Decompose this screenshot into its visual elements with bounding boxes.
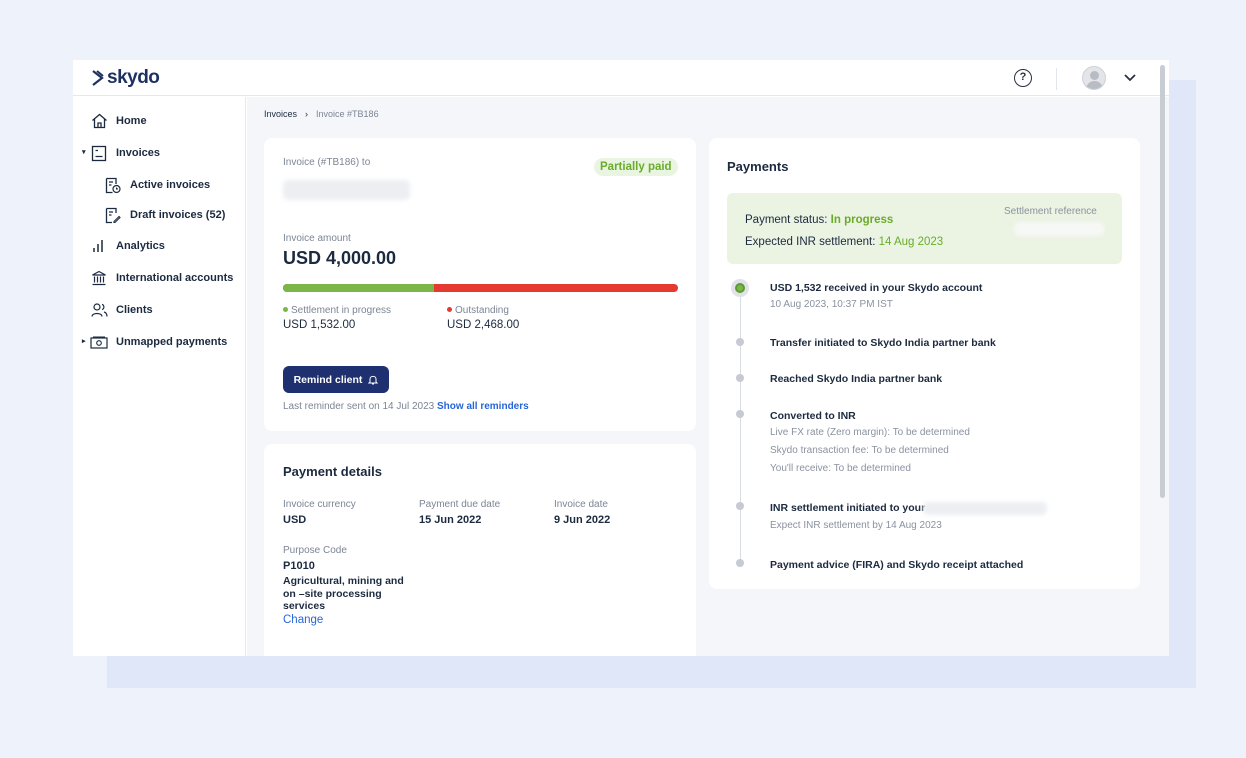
payment-status-box: Payment status: In progress Expected INR…: [727, 193, 1122, 264]
expected-settlement-date: 14 Aug 2023: [878, 236, 944, 248]
timeline-dot: [736, 502, 744, 510]
payment-progress-bar: [283, 284, 678, 292]
chevron-down-icon[interactable]: [1123, 70, 1137, 84]
payments-title: Payments: [727, 159, 789, 174]
cash-icon: [90, 333, 108, 351]
timeline-dot: [736, 410, 744, 418]
top-bar: skydo ?: [73, 60, 1169, 96]
invoice-date-value: 9 Jun 2022: [554, 514, 611, 526]
breadcrumb-invoices-link[interactable]: Invoices: [264, 109, 297, 119]
bank-icon: [90, 269, 108, 287]
breadcrumb: Invoices › Invoice #TB186: [264, 109, 379, 119]
help-icon[interactable]: ?: [1014, 69, 1032, 87]
timeline-step-5-title: INR settlement initiated to your: [770, 502, 926, 514]
change-purpose-link[interactable]: Change: [283, 614, 323, 626]
show-all-reminders-link[interactable]: Show all reminders: [437, 401, 529, 412]
remind-client-button[interactable]: Remind client: [283, 366, 389, 393]
expand-caret-icon[interactable]: ▾: [82, 148, 86, 156]
bar-chart-icon: [90, 237, 108, 255]
settlement-summary: Settlement in progress USD 1,532.00: [283, 305, 391, 331]
timeline-step-4-fx-rate: Live FX rate (Zero margin): To be determ…: [770, 427, 970, 438]
sidebar-item-active-invoices[interactable]: Active invoices: [104, 173, 210, 197]
payment-details-card: Payment details Invoice currency USD Pay…: [264, 444, 696, 656]
settlement-label: Settlement in progress: [291, 305, 392, 316]
timeline-active-step: [731, 279, 749, 297]
invoice-icon: [90, 144, 108, 162]
sidebar-item-international-accounts[interactable]: International accounts: [90, 266, 233, 290]
purpose-code-label: Purpose Code: [283, 545, 347, 556]
sidebar-item-clients[interactable]: Clients: [90, 298, 153, 322]
skydo-logo[interactable]: skydo: [91, 67, 160, 89]
settlement-reference-label: Settlement reference: [1004, 206, 1097, 217]
skydo-logo-icon: [92, 70, 104, 86]
bell-icon: [368, 375, 379, 385]
purpose-code-description: Agricultural, mining and on –site proces…: [283, 575, 404, 612]
currency-label: Invoice currency: [283, 499, 356, 510]
invoice-amount: USD 4,000.00: [283, 248, 397, 268]
client-name-redacted: [283, 180, 410, 200]
timeline-step-4-fee: Skydo transaction fee: To be determined: [770, 445, 949, 456]
timeline-dot: [736, 559, 744, 567]
timeline-step-3-title: Reached Skydo India partner bank: [770, 373, 943, 385]
payment-details-title: Payment details: [283, 464, 382, 479]
payment-status-value: In progress: [830, 214, 894, 226]
timeline-step-1-title: USD 1,532 received in your Skydo account: [770, 282, 983, 294]
sidebar-item-analytics[interactable]: Analytics: [90, 234, 165, 258]
users-icon: [90, 301, 108, 319]
currency-value: USD: [283, 514, 307, 526]
reminder-info: Last reminder sent on 14 Jul 2023 Show a…: [283, 401, 529, 412]
timeline-line: [740, 288, 741, 566]
draft-invoice-icon: [104, 206, 122, 224]
timeline-step-2-title: Transfer initiated to Skydo India partne…: [770, 337, 996, 349]
due-date-label: Payment due date: [419, 499, 501, 510]
app-window: skydo ? Home ▾ Invoices Active invoices …: [73, 60, 1169, 656]
expected-settlement: Expected INR settlement: 14 Aug 2023: [745, 236, 944, 248]
timeline-step-4-title: Converted to INR: [770, 410, 856, 422]
expand-caret-icon[interactable]: ▸: [82, 337, 86, 345]
timeline-dot: [736, 374, 744, 382]
timeline-step-5-expected: Expect INR settlement by 14 Aug 2023: [770, 520, 942, 531]
sidebar: Home ▾ Invoices Active invoices Draft in…: [73, 97, 246, 656]
status-badge: Partially paid: [594, 158, 678, 176]
payment-status: Payment status: In progress: [745, 214, 894, 226]
timeline-step-1-date: 10 Aug 2023, 10:37 PM IST: [770, 299, 893, 310]
breadcrumb-current: Invoice #TB186: [316, 109, 379, 119]
purpose-code-value: P1010: [283, 560, 315, 572]
outstanding-summary: Outstanding USD 2,468.00: [447, 305, 519, 331]
timeline-step-6-title: Payment advice (FIRA) and Skydo receipt …: [770, 559, 1024, 571]
sidebar-item-draft-invoices[interactable]: Draft invoices (52): [104, 203, 225, 227]
bank-account-redacted: [923, 502, 1047, 515]
invoice-amount-label: Invoice amount: [283, 233, 351, 244]
invoice-date-label: Invoice date: [554, 499, 608, 510]
brand-name: skydo: [107, 67, 160, 88]
outstanding-label: Outstanding: [455, 305, 509, 316]
red-dot-icon: [447, 307, 452, 312]
home-icon: [90, 112, 108, 130]
invoice-to-label: Invoice (#TB186) to: [283, 157, 371, 168]
outstanding-value: USD 2,468.00: [447, 319, 520, 331]
active-invoice-icon: [104, 176, 122, 194]
scrollbar[interactable]: [1160, 65, 1165, 498]
timeline-step-4-receive: You'll receive: To be determined: [770, 463, 911, 474]
timeline-dot: [736, 338, 744, 346]
divider: [1056, 68, 1057, 90]
settled-progress-fill: [283, 284, 435, 292]
due-date-value: 15 Jun 2022: [419, 514, 482, 526]
settlement-value: USD 1,532.00: [283, 319, 356, 331]
sidebar-item-invoices[interactable]: ▾ Invoices: [82, 141, 160, 165]
invoice-summary-card: Invoice (#TB186) to Partially paid Invoi…: [264, 138, 696, 431]
sidebar-item-home[interactable]: Home: [90, 109, 147, 133]
green-dot-icon: [283, 307, 288, 312]
timeline-active-dot-icon: [735, 283, 745, 293]
settlement-reference-redacted: [1014, 222, 1104, 236]
breadcrumb-separator: ›: [305, 109, 309, 119]
avatar[interactable]: [1082, 66, 1106, 90]
sidebar-item-unmapped-payments[interactable]: ▸ Unmapped payments: [82, 330, 227, 354]
reminder-text: Last reminder sent on 14 Jul 2023: [283, 401, 435, 412]
